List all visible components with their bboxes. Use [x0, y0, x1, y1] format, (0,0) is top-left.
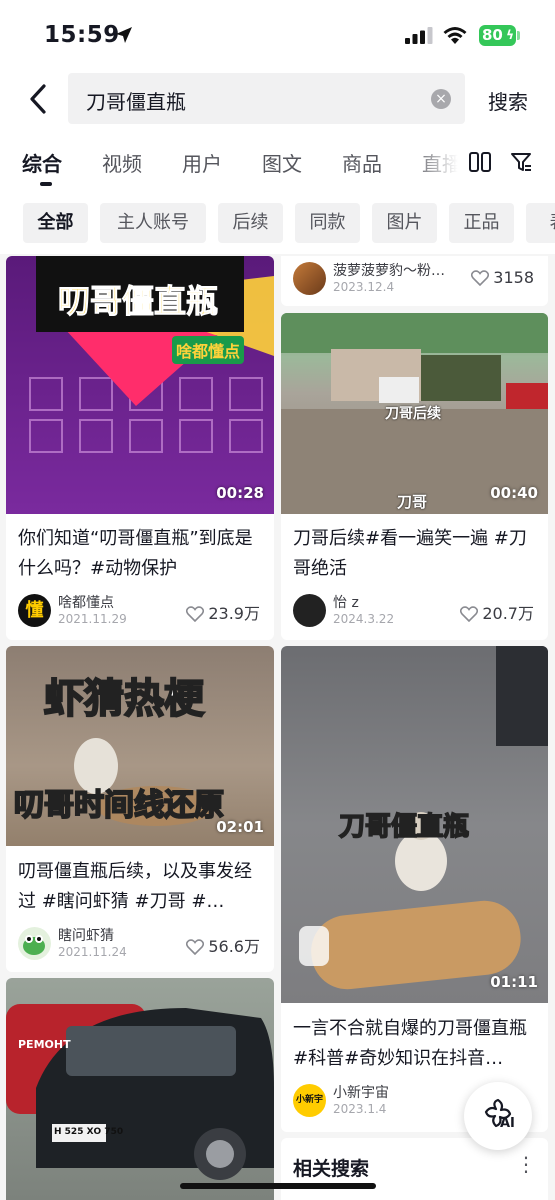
filter-chips: 全部 主人账号 后续 同款 图片 正品 表	[0, 192, 555, 254]
heart-icon	[186, 939, 205, 956]
video-duration: 00:28	[216, 484, 264, 502]
frog-icon	[23, 935, 45, 955]
thumbnail-caption: 刀哥后续	[385, 406, 441, 422]
thumbnail-graphic	[6, 1004, 274, 1180]
tab-image-text[interactable]: 图文	[262, 148, 302, 177]
avatar[interactable]: 小新宇宙	[293, 1084, 326, 1117]
tab-products[interactable]: 商品	[342, 148, 382, 177]
more-options-icon[interactable]: ⋮	[516, 1152, 536, 1176]
video-thumbnail: 刀哥后续 刀哥 00:40	[281, 313, 548, 514]
chip-same-style[interactable]: 同款	[295, 203, 360, 243]
clear-search-icon[interactable]: ×	[431, 89, 451, 109]
like-count[interactable]: 20.7万	[460, 600, 534, 624]
chip-follow-up[interactable]: 后续	[218, 203, 283, 243]
cellular-signal-icon	[405, 27, 433, 44]
tab-video[interactable]: 视频	[102, 148, 142, 177]
avatar[interactable]: 懂	[18, 594, 51, 627]
like-count[interactable]: 3158	[471, 268, 534, 287]
status-time: 15:59	[44, 22, 120, 48]
related-searches-title: 相关搜索	[293, 1158, 370, 1180]
video-thumbnail: 刀哥僵直瓶 01:11	[281, 646, 548, 1003]
heart-icon	[460, 606, 479, 623]
avatar[interactable]	[293, 262, 326, 295]
search-query-text[interactable]: 刀哥僵直瓶	[86, 86, 186, 115]
thumbnail-title: 刀哥僵直瓶	[338, 811, 470, 843]
chip-genuine[interactable]: 正品	[449, 203, 514, 243]
author-name[interactable]: 菠萝菠萝豹～粉…	[333, 260, 445, 280]
chip-owner-account[interactable]: 主人账号	[100, 203, 206, 243]
video-card-partial[interactable]: 菠萝菠萝豹～粉… 2023.12.4 3158	[281, 256, 548, 306]
video-thumbnail: 叨哥僵直瓶 啥都懂点 00:28	[6, 256, 274, 514]
video-card[interactable]: 叨哥僵直瓶 啥都懂点 00:28 你们知道“叨哥僵直瓶”到底是什么吗？#动物保护…	[6, 256, 274, 640]
location-arrow-icon	[116, 27, 132, 43]
battery-cap	[517, 31, 520, 40]
video-meta: 瞎问虾猜 2021.11.24 56.6万	[18, 925, 264, 965]
search-input[interactable]: 刀哥僵直瓶 ×	[68, 73, 465, 124]
video-card[interactable]: 刀哥僵直瓶 01:11 一言不合就自爆的刀哥僵直瓶#科普#奇妙知识在抖音… 小新…	[281, 646, 548, 1132]
thumbnail-title: 虾猜热梗	[43, 675, 205, 723]
back-arrow-icon[interactable]	[24, 82, 54, 116]
active-tab-indicator	[40, 182, 52, 186]
ai-label: AI	[500, 1116, 515, 1131]
thumbnail-title: 叨哥僵直瓶	[57, 282, 219, 321]
tab-users[interactable]: 用户	[182, 148, 222, 177]
search-header: 刀哥僵直瓶 × 搜索	[0, 70, 555, 132]
video-duration: 00:40	[490, 484, 538, 502]
home-indicator	[180, 1183, 376, 1189]
heart-icon	[471, 270, 490, 287]
heart-icon	[186, 606, 205, 623]
video-title: 叨哥僵直瓶后续，以及事发经过 #瞎问虾猜 #刀哥 #…	[18, 861, 252, 912]
layout-toggle-icon[interactable]	[468, 150, 492, 174]
thumbnail-caption-bottom: 刀哥	[397, 493, 428, 511]
video-thumbnail: 虾猜热梗 叨哥时间线还原 02:01	[6, 646, 274, 846]
like-count[interactable]: 56.6万	[186, 933, 260, 957]
post-date: 2023.12.4	[333, 280, 395, 294]
video-thumbnail: РЕМОНТ Н 525 ХО 750	[6, 978, 274, 1200]
result-type-tabs: 综合 视频 用户 图文 商品 直播	[0, 132, 555, 192]
avatar[interactable]	[293, 594, 326, 627]
video-duration: 01:11	[490, 973, 538, 991]
author-name[interactable]: 小新宇宙	[333, 1082, 389, 1102]
author-name[interactable]: 瞎问虾猜	[58, 925, 114, 945]
thumbnail-subtitle: 叨哥时间线还原	[13, 787, 225, 824]
video-meta: 菠萝菠萝豹～粉… 2023.12.4 3158	[293, 260, 538, 300]
wifi-icon	[443, 27, 467, 44]
post-date: 2024.3.22	[333, 612, 395, 626]
thumbnail-badge: 啥都懂点	[172, 336, 245, 364]
post-date: 2021.11.29	[58, 612, 127, 626]
post-date: 2021.11.24	[58, 945, 127, 959]
battery-icon: 80 ϟ	[479, 25, 516, 46]
like-count[interactable]: 23.9万	[186, 600, 260, 624]
video-title: 一言不合就自爆的刀哥僵直瓶#科普#奇妙知识在抖音…	[293, 1018, 527, 1069]
video-meta: 懂 啥都懂点 2021.11.29 23.9万	[18, 592, 264, 632]
video-title: 你们知道“叨哥僵直瓶”到底是什么吗？#动物保护	[18, 528, 253, 579]
chip-images[interactable]: 图片	[372, 203, 437, 243]
chip-table[interactable]: 表	[526, 203, 555, 243]
tabs-fade-overlay	[410, 132, 466, 192]
video-meta: 怡 z 2024.3.22 20.7万	[293, 592, 538, 632]
video-card[interactable]: 虾猜热梗 叨哥时间线还原 02:01 叨哥僵直瓶后续，以及事发经过 #瞎问虾猜 …	[6, 646, 274, 972]
license-plate: Н 525 ХО 750	[54, 1127, 124, 1137]
tab-comprehensive[interactable]: 综合	[22, 148, 62, 177]
video-title: 刀哥后续#看一遍笑一遍 #刀哥绝活	[293, 528, 527, 579]
video-card[interactable]: 刀哥后续 刀哥 00:40 刀哥后续#看一遍笑一遍 #刀哥绝活 怡 z 2024…	[281, 313, 548, 640]
author-name[interactable]: 啥都懂点	[58, 592, 114, 612]
filter-icon[interactable]	[509, 150, 533, 174]
ai-assistant-button[interactable]: AI	[464, 1082, 532, 1150]
avatar[interactable]	[18, 927, 51, 960]
chip-all[interactable]: 全部	[23, 203, 88, 243]
video-duration: 02:01	[216, 818, 264, 836]
post-date: 2023.1.4	[333, 1102, 387, 1116]
video-card[interactable]: РЕМОНТ Н 525 ХО 750	[6, 978, 274, 1200]
status-bar: 15:59 80 ϟ	[0, 0, 555, 70]
thumbnail-sign: РЕМОНТ	[18, 1038, 71, 1051]
search-button[interactable]: 搜索	[488, 86, 528, 115]
author-name[interactable]: 怡 z	[333, 592, 359, 612]
